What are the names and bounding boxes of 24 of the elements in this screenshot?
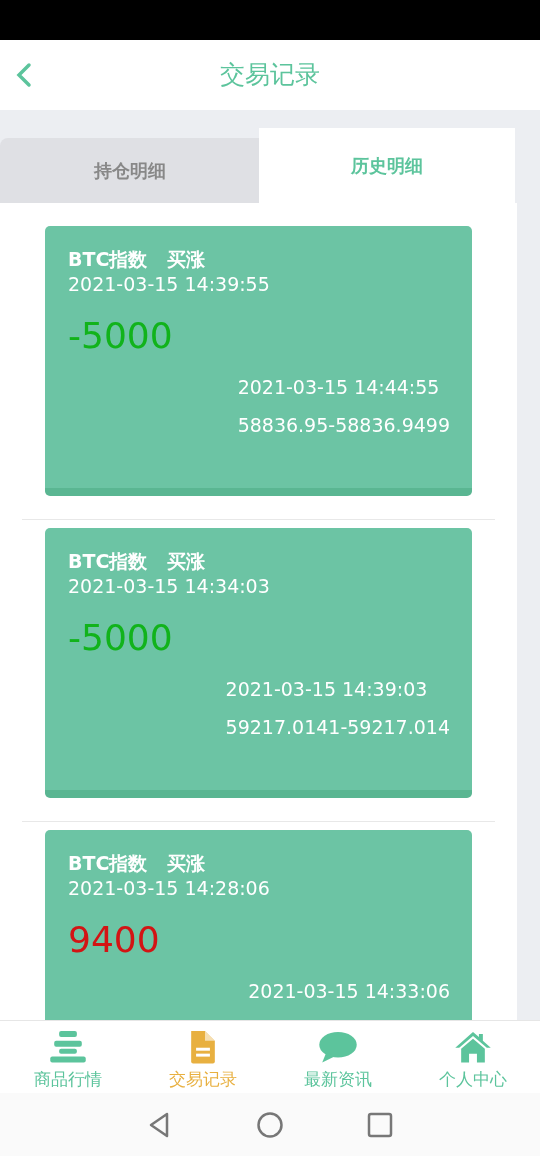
tab[interactable]: 历史明细: [259, 128, 515, 203]
nav-tab[interactable]: 交易记录: [135, 1021, 270, 1093]
profit-amount: 9400: [68, 918, 160, 962]
profit-amount: -5000: [68, 314, 173, 358]
open-time: 2021-03-15 14:39:55: [68, 272, 271, 296]
record-title: BTC指数 买涨: [68, 549, 207, 574]
tab[interactable]: 持仓明细: [0, 138, 259, 203]
open-time: 2021-03-15 14:34:03: [68, 574, 271, 598]
chat-bubble-icon: [317, 1029, 358, 1065]
record-title: BTC指数 买涨: [68, 851, 207, 876]
close-time: 2021-03-15 14:33:06: [248, 979, 450, 1004]
close-time: 2021-03-15 14:39:03: [225, 677, 429, 702]
profit-amount: -5000: [68, 616, 173, 660]
nav-tab[interactable]: 最新资讯: [270, 1021, 405, 1093]
nav-tab[interactable]: 商品行情: [0, 1021, 135, 1093]
list-icon: [47, 1029, 88, 1065]
price-range: 59217.0141-59217.014: [225, 715, 450, 740]
price-range: 58836.95-58836.9499: [237, 413, 450, 438]
nav-tab[interactable]: 个人中心: [405, 1021, 540, 1093]
page-title: 交易记录: [220, 59, 320, 92]
record-title: BTC指数 买涨: [68, 247, 207, 272]
open-time: 2021-03-15 14:28:06: [68, 876, 271, 900]
close-time: 2021-03-15 14:44:55: [237, 375, 441, 400]
home-icon[interactable]: [255, 1109, 285, 1140]
